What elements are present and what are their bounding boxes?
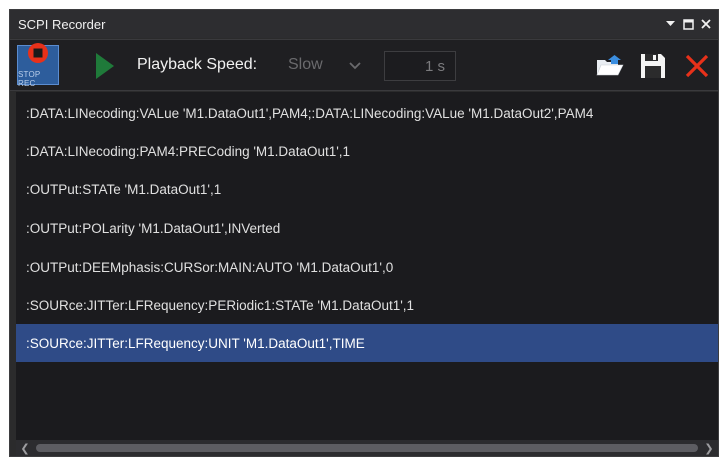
command-row-selected[interactable]: :SOURce:JITTer:LFRequency:UNIT 'M1.DataO… [16, 324, 718, 362]
command-list[interactable]: :DATA:LINecoding:VALue 'M1.DataOut1',PAM… [16, 92, 718, 444]
command-row[interactable]: :SOURce:JITTer:LFRequency:PERiodic1:STAT… [16, 286, 718, 324]
command-row[interactable]: :DATA:LINecoding:PAM4:PRECoding 'M1.Data… [16, 132, 718, 170]
stop-record-icon [27, 42, 49, 69]
command-row[interactable]: :OUTPut:POLarity 'M1.DataOut1',INVerted [16, 209, 718, 247]
command-text: :DATA:LINecoding:PAM4:PRECoding 'M1.Data… [26, 143, 351, 159]
maximize-icon[interactable] [682, 18, 694, 30]
command-text: :OUTPut:DEEMphasis:CURSor:MAIN:AUTO 'M1.… [26, 259, 394, 275]
scrollbar-thumb[interactable] [36, 444, 698, 452]
window-controls [664, 10, 712, 38]
command-row[interactable]: :OUTPut:DEEMphasis:CURSor:MAIN:AUTO 'M1.… [16, 248, 718, 286]
stop-record-button[interactable]: STOP REC [17, 42, 59, 88]
close-icon[interactable] [700, 18, 712, 30]
command-text: :OUTPut:POLarity 'M1.DataOut1',INVerted [26, 220, 281, 236]
command-row[interactable]: :OUTPut:STATe 'M1.DataOut1',1 [16, 170, 718, 208]
playback-speed-value: Slow [288, 56, 323, 73]
title-bar: SCPI Recorder [10, 10, 718, 38]
scpi-recorder-window: SCPI Recorder STOP REC Playback Speed: S… [9, 9, 719, 457]
playback-speed-dropdown[interactable]: Slow [288, 56, 368, 76]
scroll-right-icon[interactable]: ❯ [702, 440, 716, 456]
chevron-down-icon [348, 58, 362, 76]
save-icon[interactable] [640, 53, 666, 79]
play-button[interactable] [94, 52, 116, 80]
window-title: SCPI Recorder [18, 16, 106, 32]
pin-dropdown-icon[interactable] [664, 18, 676, 30]
toolbar: STOP REC Playback Speed: Slow 1 s [10, 39, 718, 91]
command-text: :SOURce:JITTer:LFRequency:UNIT 'M1.DataO… [26, 335, 365, 351]
command-text: :DATA:LINecoding:VALue 'M1.DataOut1',PAM… [26, 105, 594, 121]
scroll-left-icon[interactable]: ❮ [18, 440, 32, 456]
play-icon [94, 53, 116, 84]
command-text: :OUTPut:STATe 'M1.DataOut1',1 [26, 181, 222, 197]
playback-speed-label: Playback Speed: [137, 56, 258, 73]
open-folder-icon[interactable] [596, 53, 624, 79]
command-row[interactable]: :DATA:LINecoding:VALue 'M1.DataOut1',PAM… [16, 94, 718, 132]
horizontal-scrollbar[interactable]: ❮ ❯ [16, 440, 718, 456]
playback-interval-input[interactable]: 1 s [384, 51, 456, 81]
stop-record-label: STOP REC [18, 70, 41, 88]
command-text: :SOURce:JITTer:LFRequency:PERiodic1:STAT… [26, 297, 415, 313]
delete-icon[interactable] [684, 53, 710, 79]
